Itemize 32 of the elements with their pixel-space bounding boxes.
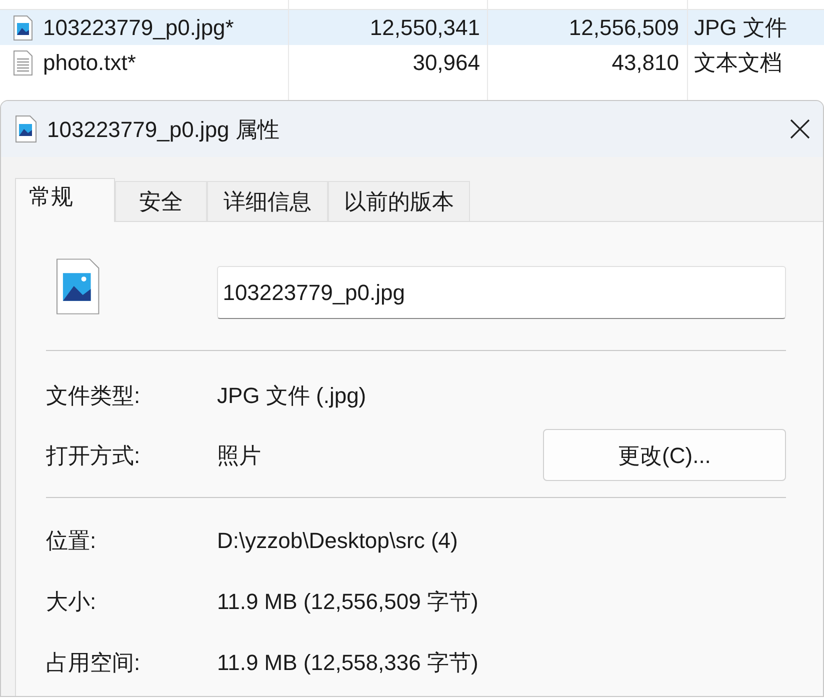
field-label: 打开方式: [46, 442, 142, 470]
field-label: 文件类型: [46, 382, 142, 410]
compressed-size: 30,964 [412, 49, 480, 77]
file-row[interactable]: 103223779_p0.jpg* 12,550,341 12,556,509 JPG 文件 [0, 10, 824, 45]
field-label: 位置: [46, 526, 98, 554]
compressed-size: 12,550,341 [368, 14, 480, 42]
field-value: 照片 [217, 442, 261, 470]
file-name: 103223779_p0.jpg* [43, 14, 235, 42]
tab[interactable]: 以前的版本 [328, 181, 470, 221]
field-value: 11.9 MB (12,556,509 字节) [217, 588, 478, 616]
file-name: photo.txt* [43, 49, 137, 77]
tab[interactable]: 安全 [115, 181, 207, 221]
field-value: D:\yzzob\Desktop\src (4) [217, 526, 458, 555]
close-icon[interactable] [789, 118, 811, 140]
field-label: 大小: [46, 588, 98, 616]
field-value: 11.9 MB (12,558,336 字节) [217, 648, 478, 676]
change-button[interactable]: 更改(C)... [543, 429, 786, 481]
file-name-field[interactable]: 103223779_p0.jpg [216, 266, 786, 318]
text-file-icon [13, 50, 33, 76]
tab[interactable]: 常规 [15, 178, 115, 222]
image-file-icon [56, 258, 100, 314]
field-label: 占用空间: [46, 648, 142, 676]
file-type: JPG 文件 [694, 14, 787, 42]
original-size: 43,810 [610, 49, 679, 77]
image-file-icon [15, 115, 37, 143]
original-size: 12,556,509 [568, 14, 679, 42]
field-value: JPG 文件 (.jpg) [217, 382, 366, 410]
file-type: 文本文档 [694, 49, 782, 77]
window-title: 103223779_p0.jpg 属性 [47, 116, 280, 144]
file-row[interactable]: photo.txt* 30,964 43,810 文本文档 [0, 45, 824, 80]
tab[interactable]: 详细信息 [207, 181, 328, 221]
image-file-icon [13, 14, 33, 40]
